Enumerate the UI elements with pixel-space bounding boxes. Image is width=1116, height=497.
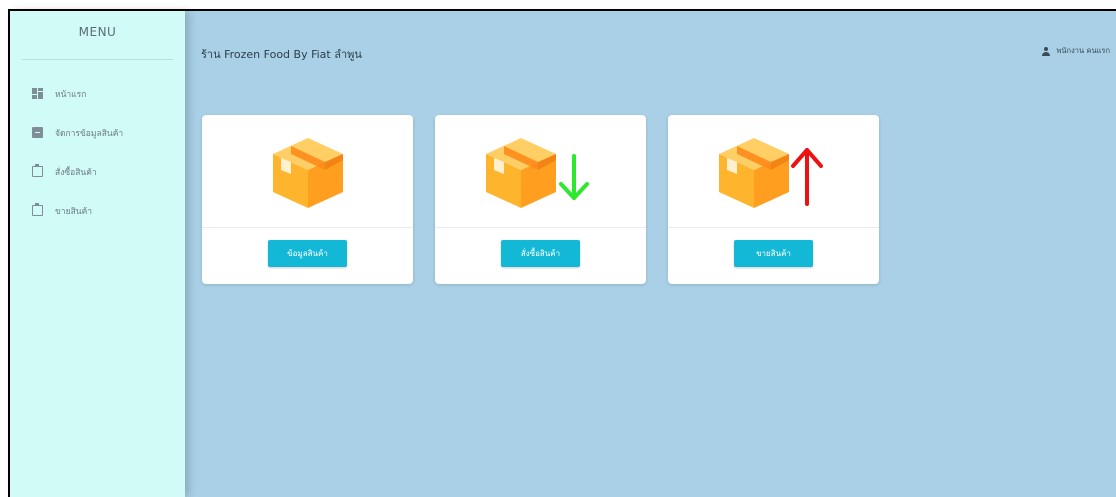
archive-icon [32,127,43,138]
user-name: พนักงาน คนแรก [1056,46,1110,55]
sidebar-item-manage-products[interactable]: จัดการข้อมูลสินค้า [10,113,185,152]
sidebar-item-label: ขายสินค้า [55,206,93,217]
page-title: ร้าน Frozen Food By Fiat ลำพูน [201,48,362,61]
dashboard-icon [32,88,43,99]
box-arrow-down-icon [485,138,589,208]
order-products-card: สั่งซื้อสินค้า [435,115,646,284]
topbar: ร้าน Frozen Food By Fiat ลำพูน พนักงาน ค… [185,11,1116,95]
card-footer: ข้อมูลสินค้า [202,228,413,284]
card-footer: ขายสินค้า [668,228,879,284]
card-grid: ข้อมูลสินค้า สั่งซื้อสินค้า ขายสินค้า [185,95,1116,284]
card-footer: สั่งซื้อสินค้า [435,228,646,284]
user-menu[interactable]: พนักงาน คนแรก [1041,45,1110,57]
main-content: ร้าน Frozen Food By Fiat ลำพูน พนักงาน ค… [185,11,1116,497]
clipboard-icon [32,203,43,216]
app-frame: MENU หน้าแรก จัดการข้อมูลสินค้า สั่งซื้อ… [8,9,1116,497]
box-icon [272,138,343,208]
product-info-card: ข้อมูลสินค้า [202,115,413,284]
clipboard-icon [32,164,43,177]
card-image [435,115,646,228]
sell-products-button[interactable]: ขายสินค้า [734,239,813,267]
sidebar-item-sell-products[interactable]: ขายสินค้า [10,191,185,230]
box-arrow-up-icon [718,138,823,208]
sidebar-item-label: หน้าแรก [55,89,87,100]
sidebar-title: MENU [78,25,117,39]
sidebar-item-home[interactable]: หน้าแรก [10,74,185,113]
sidebar-menu: หน้าแรก จัดการข้อมูลสินค้า สั่งซื้อสินค้… [10,60,185,230]
sidebar-item-label: จัดการข้อมูลสินค้า [55,128,124,139]
card-image [668,115,879,228]
sidebar-item-order-products[interactable]: สั่งซื้อสินค้า [10,152,185,191]
product-info-button[interactable]: ข้อมูลสินค้า [268,239,347,267]
sidebar-item-label: สั่งซื้อสินค้า [55,167,97,178]
card-image [202,115,413,228]
sell-products-card: ขายสินค้า [668,115,879,284]
user-icon [1041,46,1050,56]
order-products-button[interactable]: สั่งซื้อสินค้า [501,239,580,267]
sidebar: MENU หน้าแรก จัดการข้อมูลสินค้า สั่งซื้อ… [10,11,185,497]
